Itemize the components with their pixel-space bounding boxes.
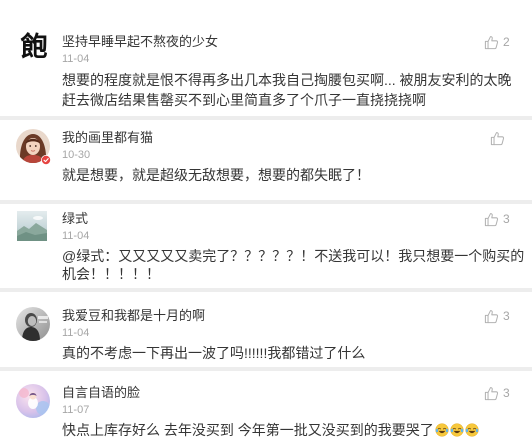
comment-item: 自言自语的脸 11-07 3 快点上库存好么 去年没买到 今年第一批又没买到的我… [0, 371, 532, 446]
comment-text-line: 机会！！！！！ [62, 266, 160, 282]
comment-date: 11-04 [62, 53, 90, 65]
comment-text-line: @绿式：又又又又又卖完了？？？？？！不送我可以！我只想要一个购买的 [62, 248, 525, 264]
avatar [17, 211, 47, 241]
like-button[interactable]: 2 [484, 34, 510, 50]
commenter-name: 绿式 [62, 211, 89, 226]
comment-text: @绿式：又又又又又卖完了？？？？？！不送我可以！我只想要一个购买的 机会！！！！… [62, 247, 524, 283]
like-count: 3 [503, 212, 510, 226]
comment-text-line: 快点上库存好么 去年没买到 今年第一批又没买到的我要哭了 [62, 421, 479, 440]
avatar [16, 307, 50, 341]
like-count: 3 [503, 309, 510, 323]
avatar [16, 129, 51, 165]
monochrome-photo-avatar-icon [16, 307, 50, 341]
comment-text-line: 赶去微店结果售罄买不到心里简直多了个爪子一直挠挠挠啊 [62, 92, 426, 108]
comment-item: 我的画里都有猫 10-30 就是想要，就是超级无敌想要，想要的都失眠了！ [0, 120, 532, 200]
comment-list: 飽 坚持早睡早起不熬夜的少女 11-04 2 想要的程度就是恨不得再多出几本我自… [0, 0, 532, 446]
comment-item: 我爱豆和我都是十月的啊 11-04 3 真的不考虑一下再出一波了吗!!!!!!我… [0, 292, 532, 367]
like-button[interactable] [490, 130, 505, 146]
avatar [16, 384, 50, 418]
landscape-photo-avatar-icon [17, 211, 47, 241]
comment-text: 想要的程度就是恨不得再多出几本我自己掏腰包买啊... 被朋友安利的太晚 赶去微店… [62, 70, 512, 110]
avatar-badge-icon [41, 155, 51, 165]
avatar-glyph: 飽 [20, 32, 48, 63]
avatar: 飽 [18, 32, 50, 64]
comment-item: 绿式 11-04 3 @绿式：又又又又又卖完了？？？？？！不送我可以！我只想要一… [0, 204, 532, 288]
thumbs-up-icon [484, 35, 499, 49]
like-count: 3 [503, 386, 510, 400]
thumbs-up-icon [484, 309, 499, 323]
comment-text-content: 快点上库存好么 去年没买到 今年第一批又没买到的我要哭了 [62, 422, 434, 438]
comment-text: 真的不考虑一下再出一波了吗!!!!!!我都错过了什么 [62, 344, 365, 363]
comment-text: 就是想要，就是超级无敌想要，想要的都失眠了！ [62, 166, 370, 185]
thumbs-up-icon [484, 386, 499, 400]
comment-date: 11-07 [62, 404, 90, 416]
like-count: 2 [503, 35, 510, 49]
comment-text-line: 想要的程度就是恨不得再多出几本我自己掏腰包买啊... 被朋友安利的太晚 [62, 72, 512, 88]
comment-date: 11-04 [62, 327, 90, 339]
pastel-illustration-avatar-icon [16, 384, 50, 418]
laughing-crying-emoji-icon [465, 423, 479, 437]
thumbs-up-icon [490, 131, 505, 145]
commenter-name: 自言自语的脸 [62, 385, 141, 400]
like-button[interactable]: 3 [484, 385, 510, 401]
laughing-crying-emoji-icon [450, 423, 464, 437]
thumbs-up-icon [484, 212, 499, 226]
comment-date: 10-30 [62, 149, 91, 161]
like-button[interactable]: 3 [484, 211, 510, 227]
commenter-name: 我的画里都有猫 [62, 130, 154, 145]
laughing-crying-emoji-icon [435, 423, 449, 437]
comment-text: 快点上库存好么 去年没买到 今年第一批又没买到的我要哭了 [62, 421, 479, 440]
commenter-name: 坚持早睡早起不熬夜的少女 [62, 34, 219, 49]
comment-date: 11-04 [62, 230, 90, 242]
commenter-name: 我爱豆和我都是十月的啊 [62, 308, 206, 323]
like-button[interactable]: 3 [484, 308, 510, 324]
comment-text-line: 真的不考虑一下再出一波了吗!!!!!!我都错过了什么 [62, 345, 366, 361]
comment-text-line: 就是想要，就是超级无敌想要，想要的都失眠了！ [62, 167, 370, 183]
comment-item: 飽 坚持早睡早起不熬夜的少女 11-04 2 想要的程度就是恨不得再多出几本我自… [0, 0, 532, 116]
